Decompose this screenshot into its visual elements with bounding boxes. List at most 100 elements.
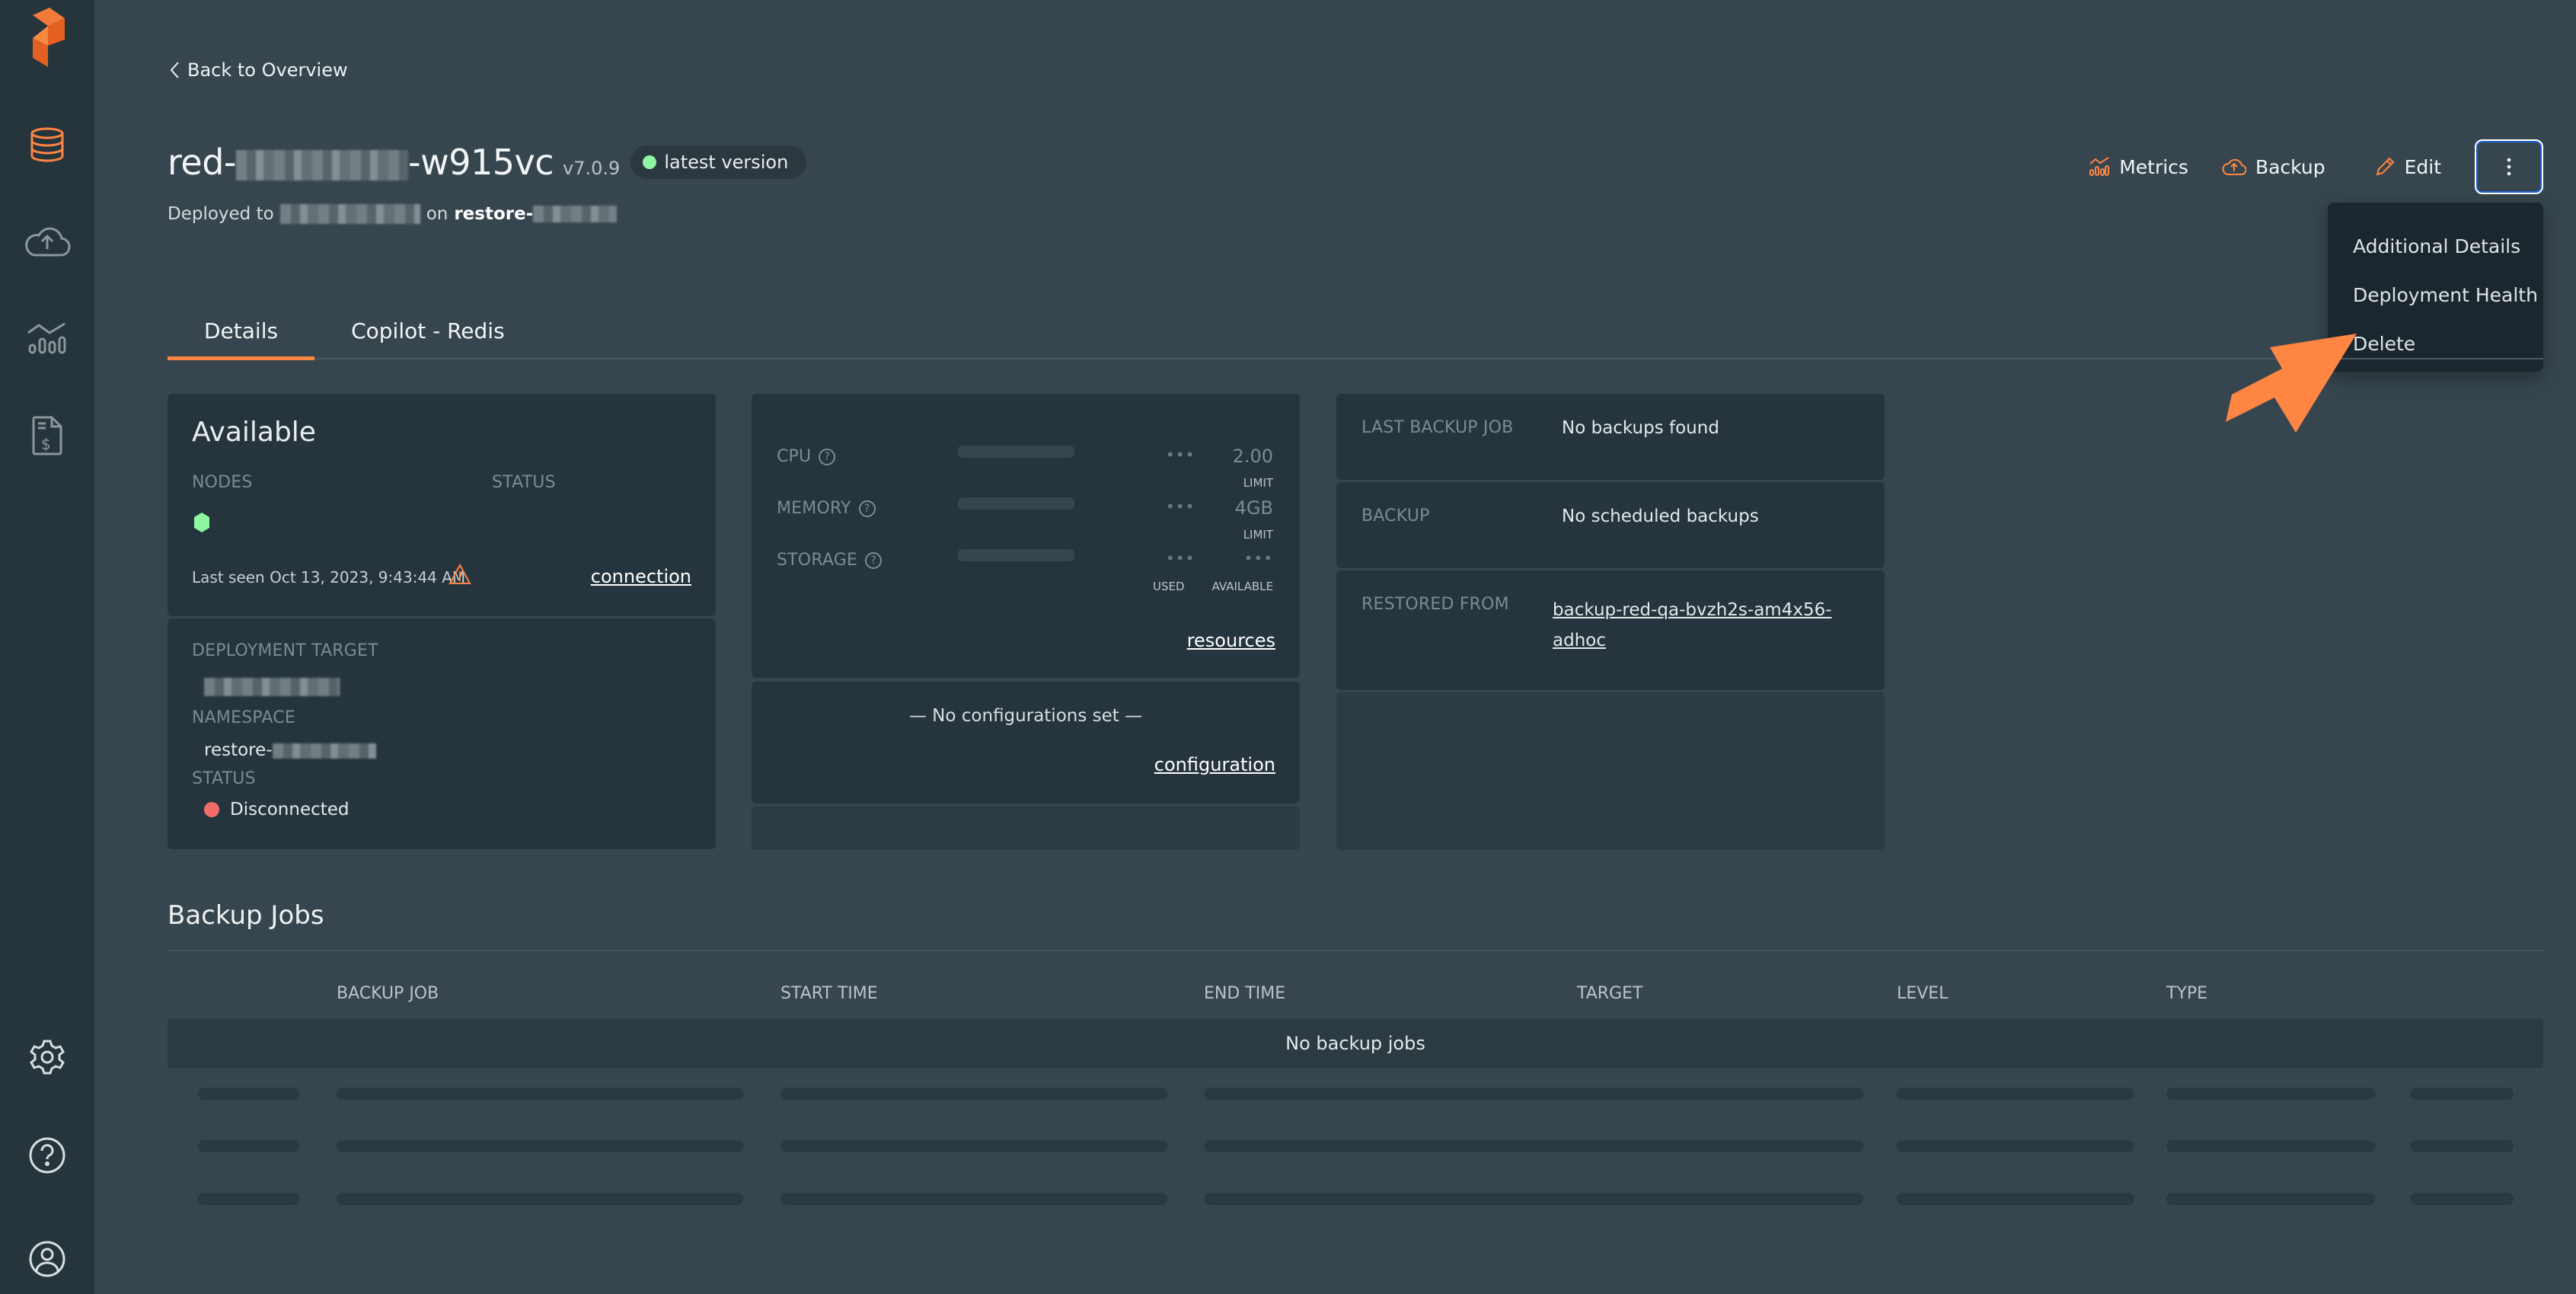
backup-label: BACKUP: [1361, 506, 1430, 526]
memory-usage-bar: [958, 497, 1074, 510]
column-target[interactable]: TARGET: [1577, 984, 1642, 1003]
skeleton-cell: [198, 1140, 300, 1152]
cpu-used-value: •••: [1166, 446, 1195, 464]
cloud-upload-icon[interactable]: [17, 211, 78, 272]
target-status-text: Disconnected: [230, 800, 350, 820]
status-dot-icon: [643, 155, 657, 169]
available-caption: AVAILABLE: [1211, 580, 1273, 593]
status-label: STATUS: [492, 473, 556, 492]
cpu-limit-value: 2.00: [1232, 446, 1273, 467]
restored-from-label: RESTORED FROM: [1361, 595, 1509, 614]
skeleton-cell: [1577, 1088, 1863, 1100]
skeleton-cell: [1897, 1140, 2134, 1152]
skeleton-cell: [198, 1193, 300, 1205]
cloud-upload-icon: [2222, 158, 2246, 175]
status-card: Available NODES STATUS Last seen Oct 13,…: [168, 394, 716, 616]
column-level[interactable]: LEVEL: [1897, 984, 1948, 1003]
skeleton-cell: [2410, 1193, 2514, 1205]
billing-icon[interactable]: $: [17, 405, 78, 466]
target-status-value: Disconnected: [204, 800, 350, 820]
metrics-label: Metrics: [2119, 155, 2188, 178]
availability-state: Available: [192, 417, 316, 448]
skeleton-cell: [2166, 1193, 2375, 1205]
connection-link[interactable]: connection: [591, 566, 691, 587]
last-backup-value: No backups found: [1562, 418, 1719, 438]
more-actions-button[interactable]: [2475, 139, 2543, 194]
skeleton-cell: [780, 1088, 1167, 1100]
help-icon[interactable]: ?: [865, 552, 883, 569]
last-backup-label: LAST BACKUP JOB: [1361, 418, 1514, 437]
restored-from-row: RESTORED FROM backup-red-qa-bvzh2s-am4x5…: [1336, 570, 1885, 690]
help-icon[interactable]: [17, 1125, 78, 1186]
storage-available-value: •••: [1243, 549, 1273, 567]
metrics-button[interactable]: Metrics: [2089, 139, 2188, 194]
user-icon[interactable]: [17, 1229, 78, 1289]
resources-card: CPU? ••• 2.00 LIMIT MEMORY? ••• 4GB LIMI…: [752, 394, 1300, 678]
tab-bar: Details Copilot - Redis: [168, 311, 2543, 360]
column-start-time[interactable]: START TIME: [780, 984, 878, 1003]
restored-from-link[interactable]: backup-red-qa-bvzh2s-am4x56- adhoc: [1553, 595, 1832, 656]
namespace-value: restore-: [204, 740, 376, 760]
title-prefix: red-: [168, 142, 237, 183]
backup-jobs-title: Backup Jobs: [168, 900, 324, 931]
memory-limit-value: 4GB: [1234, 497, 1273, 519]
storage-label-text: STORAGE: [777, 551, 858, 570]
redacted-deployment-target: [204, 678, 340, 696]
skeleton-cell: [2410, 1140, 2514, 1152]
backup-label: Backup: [2255, 155, 2325, 178]
menu-item-additional-details[interactable]: Additional Details: [2328, 222, 2543, 271]
deployment-title-row: red- -w915vc v7.0.9 latest version: [168, 142, 807, 183]
no-backup-jobs-row: No backup jobs: [168, 1019, 2543, 1068]
column-end-time[interactable]: END TIME: [1204, 984, 1285, 1003]
backup-schedule-row: BACKUP No scheduled backups: [1336, 482, 1885, 568]
backup-value: No scheduled backups: [1562, 506, 1759, 526]
skeleton-cell: [2166, 1140, 2375, 1152]
database-icon[interactable]: [17, 114, 78, 175]
resources-link[interactable]: resources: [1187, 630, 1275, 651]
storage-used-value: •••: [1166, 549, 1195, 567]
configuration-card: — No configurations set — configuration: [752, 682, 1300, 804]
kebab-icon: [2507, 158, 2511, 176]
redacted-text: [279, 204, 420, 224]
empty-card-area: [1336, 692, 1885, 850]
deployed-prefix: Deployed to: [168, 204, 274, 224]
latest-version-badge: latest version: [630, 145, 807, 179]
backup-button[interactable]: Backup: [2222, 139, 2325, 194]
column-type[interactable]: TYPE: [2166, 984, 2207, 1003]
node-hexagon-icon[interactable]: [193, 512, 210, 533]
header-actions: Metrics Backup Edit: [2089, 139, 2543, 194]
skeleton-cell: [337, 1140, 743, 1152]
edit-button[interactable]: Edit: [2374, 139, 2441, 194]
storage-label: STORAGE?: [777, 551, 883, 570]
warning-icon[interactable]: [448, 564, 471, 585]
skeleton-cell: [1204, 1088, 1591, 1100]
brand-logo-icon[interactable]: [17, 8, 78, 69]
memory-label: MEMORY?: [777, 499, 876, 518]
deployed-on: on: [426, 204, 448, 224]
deployment-target-label: DEPLOYMENT TARGET: [192, 641, 378, 660]
section-divider: [168, 950, 2543, 951]
nodes-label: NODES: [192, 473, 253, 492]
namespace-label: NAMESPACE: [192, 708, 295, 727]
metrics-icon[interactable]: [17, 308, 78, 369]
deployed-namespace: restore-: [454, 204, 534, 224]
skeleton-cell: [1577, 1140, 1863, 1152]
memory-used-value: •••: [1166, 497, 1195, 516]
disconnected-dot-icon: [204, 802, 219, 817]
deployed-info: Deployed to on restore-: [168, 204, 618, 224]
deployment-title: red- -w915vc: [168, 142, 554, 183]
help-icon[interactable]: ?: [819, 449, 836, 465]
skeleton-cell: [1204, 1193, 1591, 1205]
cpu-label: CPU?: [777, 447, 836, 466]
memory-label-text: MEMORY: [777, 499, 851, 518]
cpu-label-text: CPU: [777, 447, 812, 466]
column-backup-job[interactable]: BACKUP JOB: [337, 984, 439, 1003]
skeleton-cell: [1577, 1193, 1863, 1205]
configuration-link[interactable]: configuration: [1154, 754, 1275, 775]
redacted-text: [236, 149, 408, 181]
tab-details[interactable]: Details: [168, 311, 315, 360]
tab-copilot-redis[interactable]: Copilot - Redis: [314, 311, 541, 358]
help-icon[interactable]: ?: [858, 500, 876, 517]
gear-icon[interactable]: [17, 1027, 78, 1088]
back-to-overview-link[interactable]: Back to Overview: [169, 59, 348, 81]
